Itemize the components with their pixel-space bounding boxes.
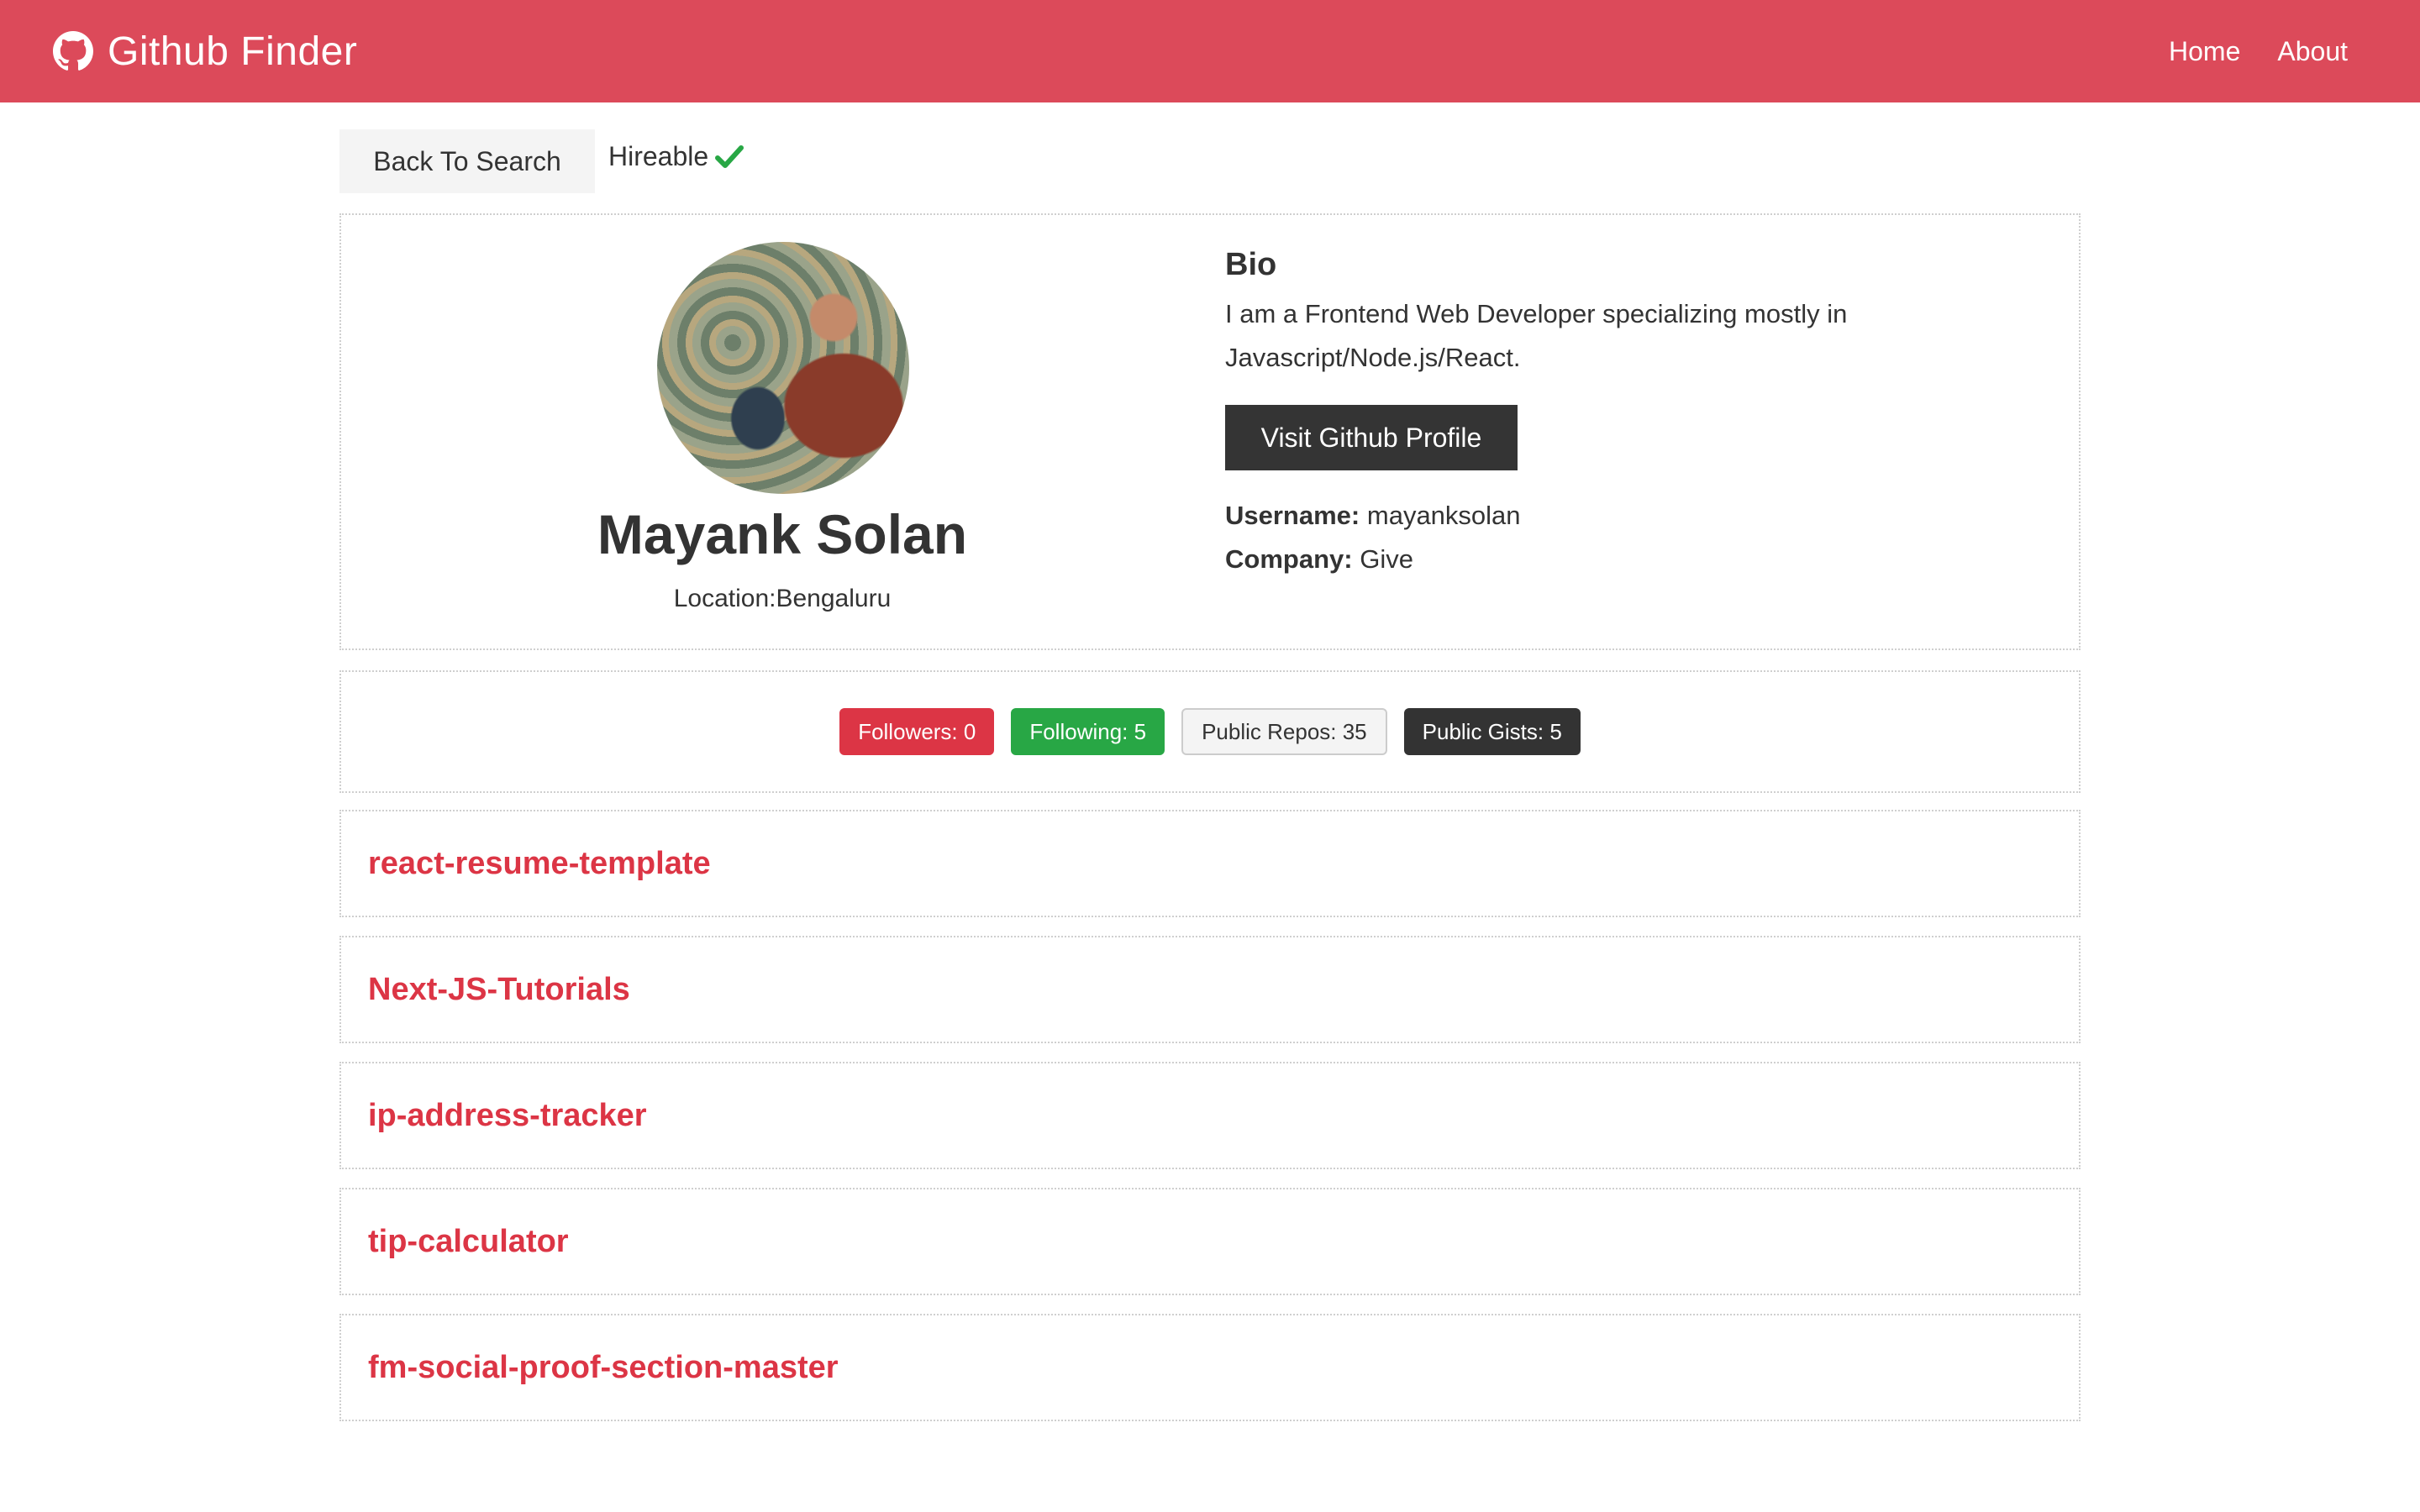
hireable-label: Hireable [608,141,709,171]
profile-card: Mayank Solan Location:Bengaluru Bio I am… [339,213,2081,650]
repo-link[interactable]: ip-address-tracker [368,1098,647,1134]
repo-link[interactable]: tip-calculator [368,1224,569,1260]
username-line: Username: mayanksolan [1225,501,1521,531]
navbar: Github Finder Home About [0,0,2420,102]
bio-heading: Bio [1225,247,1277,282]
company-line: Company: Give [1225,544,1413,575]
repo-link[interactable]: react-resume-template [368,846,711,882]
profile-details: Bio I am a Frontend Web Developer specia… [1225,215,2065,648]
following-badge: Following: 5 [1011,708,1165,755]
followers-badge: Followers: 0 [839,708,995,755]
username-label: Username: [1225,501,1360,530]
repo-item: Next-JS-Tutorials [339,936,2081,1043]
profile-summary: Mayank Solan Location:Bengaluru [341,215,1223,648]
repo-link[interactable]: fm-social-proof-section-master [368,1350,839,1386]
bio-text: I am a Frontend Web Developer specializi… [1225,299,1848,372]
public-gists-badge: Public Gists: 5 [1403,708,1581,755]
nav-links: Home About [2132,36,2348,67]
back-to-search-button[interactable]: Back To Search [339,129,595,193]
repo-item: react-resume-template [339,810,2081,917]
username-value: mayanksolan [1366,501,1521,530]
public-repos-badge: Public Repos: 35 [1181,708,1387,755]
repo-link[interactable]: Next-JS-Tutorials [368,972,630,1008]
repo-item: fm-social-proof-section-master [339,1314,2081,1421]
profile-name: Mayank Solan [597,503,968,565]
visit-github-profile-button[interactable]: Visit Github Profile [1225,405,1518,470]
nav-about-link[interactable]: About [2277,36,2348,67]
nav-home-link[interactable]: Home [2169,36,2240,67]
repo-item: ip-address-tracker [339,1062,2081,1169]
company-label: Company: [1225,544,1353,574]
github-icon [52,30,94,72]
repo-item: tip-calculator [339,1188,2081,1295]
check-icon [715,144,744,170]
company-value: Give [1360,544,1413,574]
stats-card: Followers: 0 Following: 5 Public Repos: … [339,670,2081,793]
profile-location: Location:Bengaluru [673,585,892,612]
brand-title: Github Finder [108,29,358,74]
hireable-status: Hireable [608,141,744,172]
brand[interactable]: Github Finder [52,29,357,75]
avatar [657,242,909,494]
